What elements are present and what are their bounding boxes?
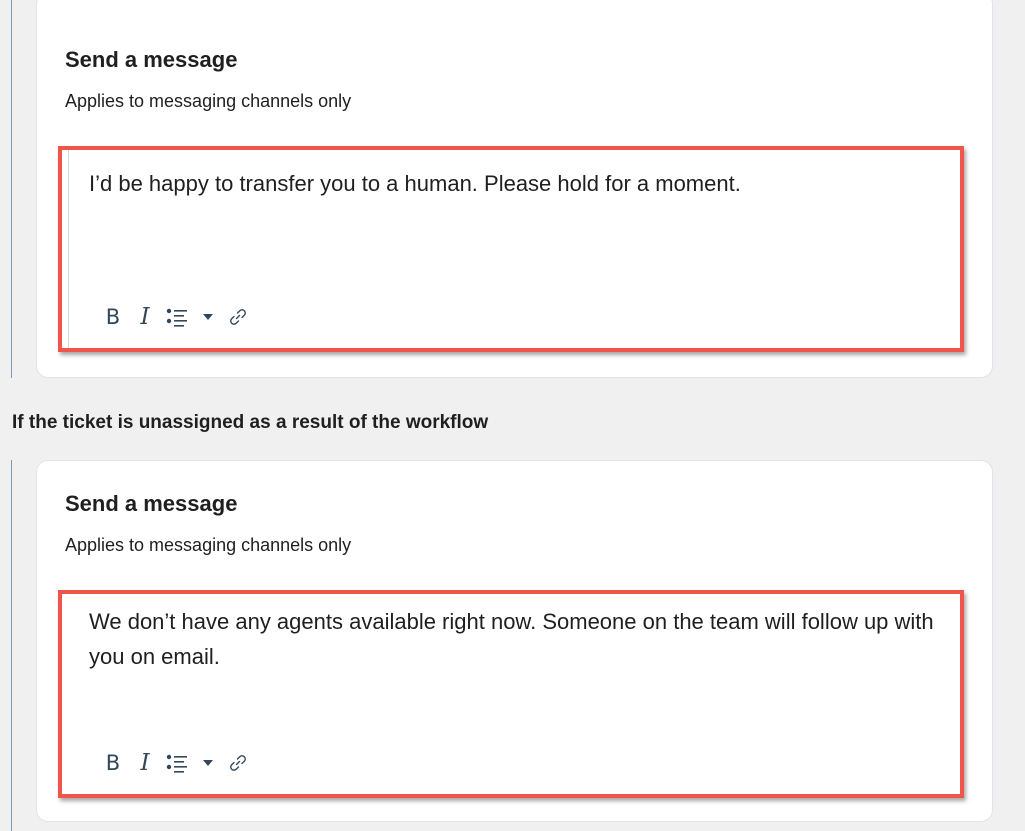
send-message-action-card: Send a message Applies to messaging chan… [36,460,993,822]
message-editor[interactable]: I’d be happy to transfer you to a human.… [58,146,964,352]
bold-icon[interactable]: B [98,305,128,329]
branch-condition-heading: If the ticket is unassigned as a result … [12,412,489,433]
italic-icon[interactable]: I [128,750,162,776]
caret-down-icon[interactable] [192,313,224,321]
bulleted-list-icon[interactable] [162,753,192,773]
bulleted-list-icon[interactable] [162,307,192,327]
italic-icon[interactable]: I [128,304,162,330]
card-title: Send a message [65,491,238,516]
message-text[interactable]: I’d be happy to transfer you to a human.… [89,166,938,201]
card-subtitle: Applies to messaging channels only [65,535,352,555]
editor-edge [68,150,69,348]
card-title: Send a message [65,47,238,72]
link-icon[interactable] [224,753,252,773]
workflow-branch-line [11,0,12,378]
formatting-toolbar: B I [98,750,252,776]
card-subtitle: Applies to messaging channels only [65,91,352,111]
link-icon[interactable] [224,307,252,327]
send-message-action-card: Send a message Applies to messaging chan… [36,0,993,378]
bold-icon[interactable]: B [98,751,128,775]
message-editor[interactable]: We don’t have any agents available right… [58,590,964,798]
formatting-toolbar: B I [98,304,252,330]
workflow-branch-line [11,460,12,831]
caret-down-icon[interactable] [192,759,224,767]
message-text[interactable]: We don’t have any agents available right… [89,604,938,674]
